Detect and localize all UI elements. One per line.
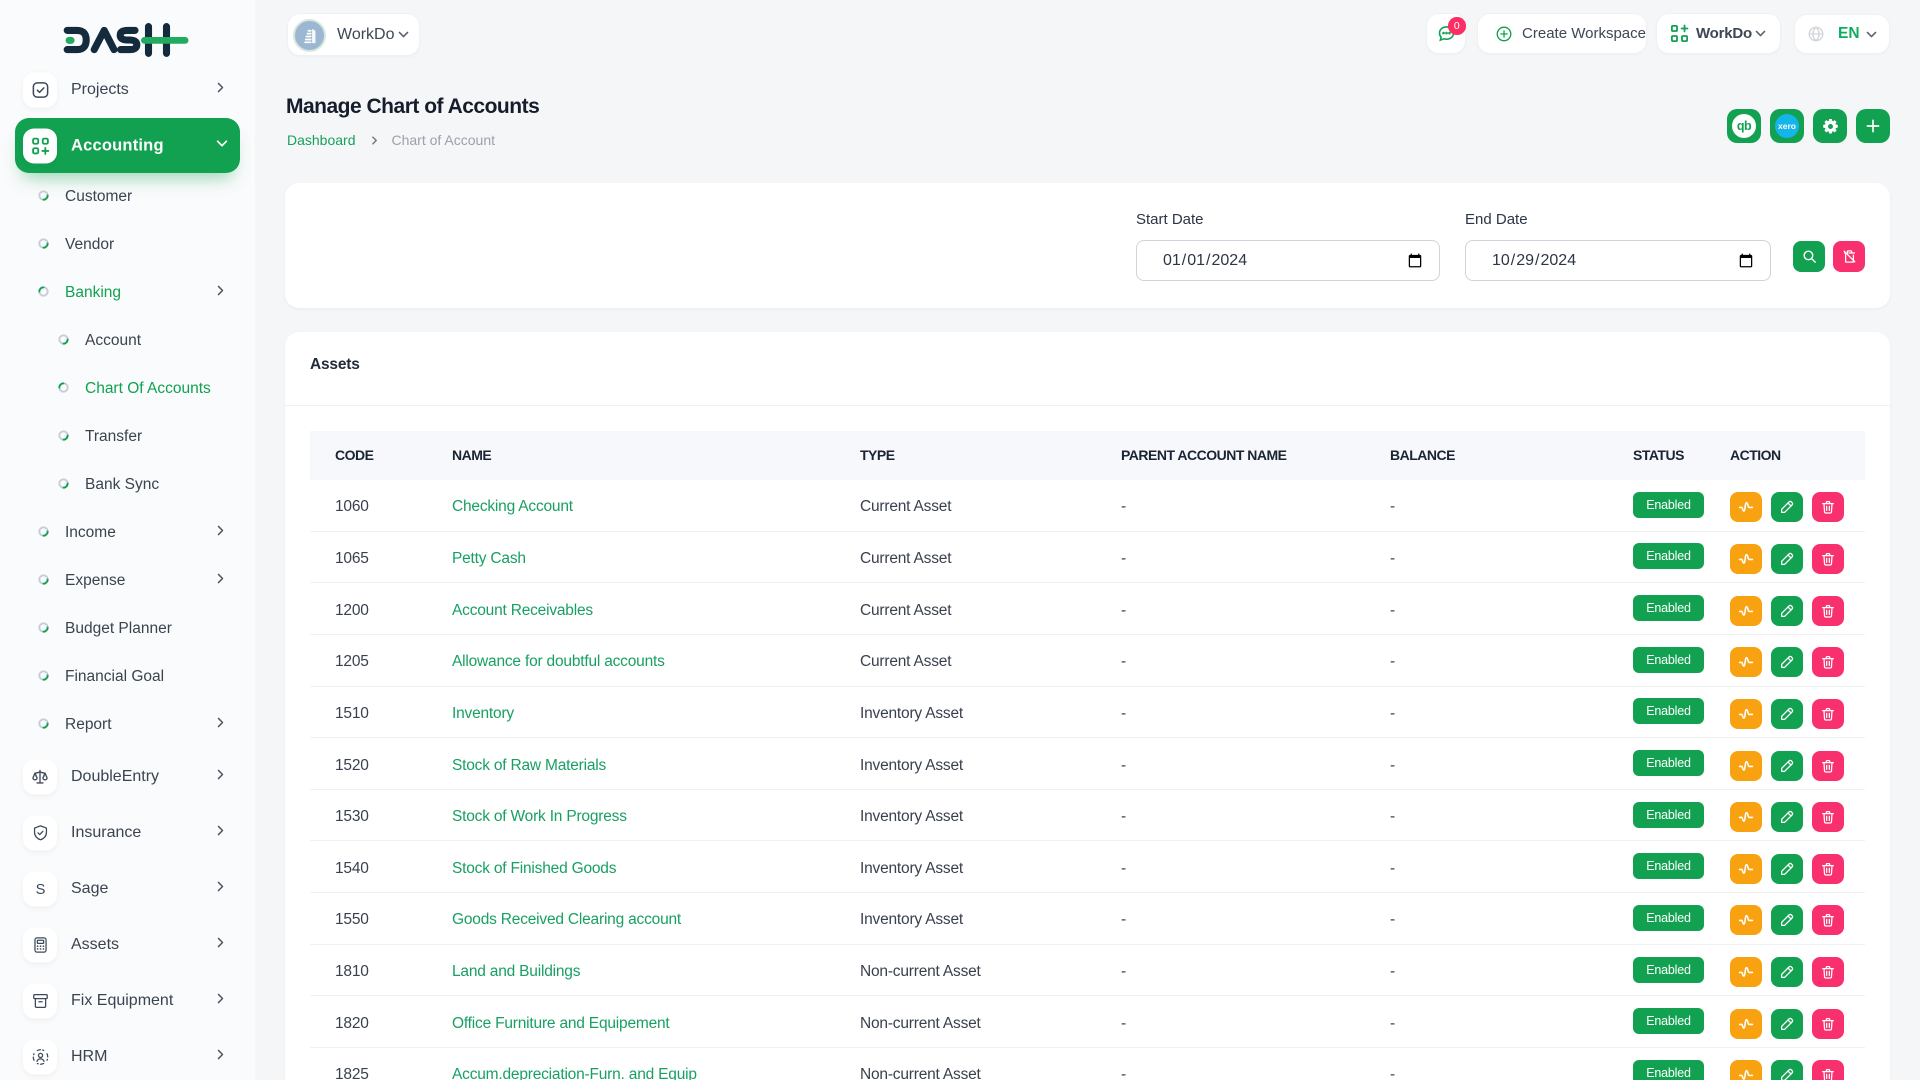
svg-text:S: S (35, 882, 45, 898)
